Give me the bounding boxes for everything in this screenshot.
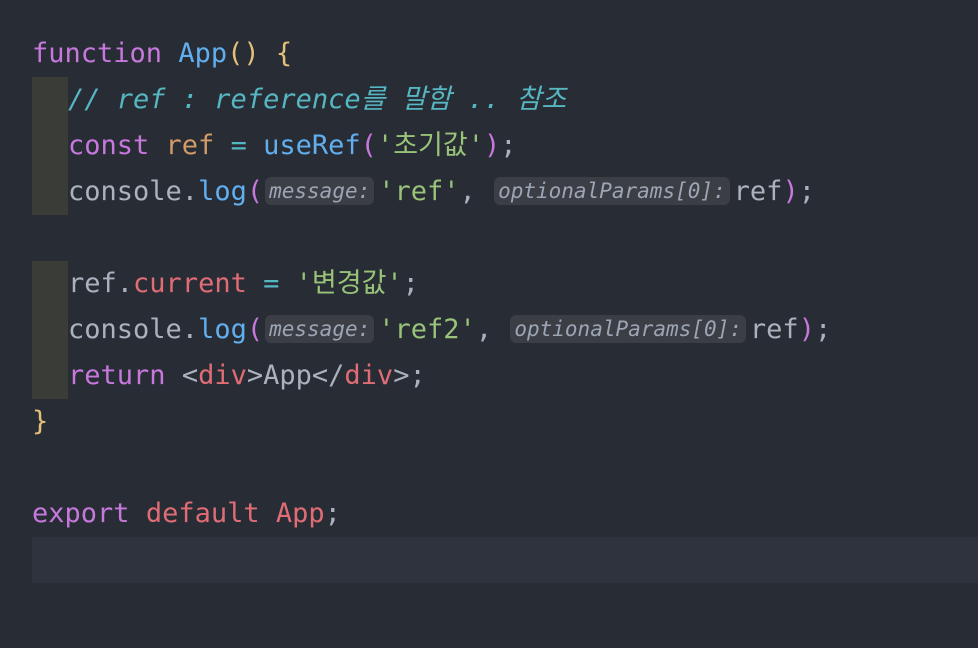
string: 'ref2' [378,314,476,345]
keyword-const: const [68,130,150,161]
parens: () [227,38,260,69]
object-console: console [68,176,182,207]
code-editor[interactable]: function App() { // ref : reference를 말함 … [0,0,978,648]
dot: . [181,176,199,207]
close-paren: ) [782,176,799,207]
code-line-11[interactable]: export default App; [32,491,341,537]
open-paren: ( [246,176,264,207]
function-log: log [198,314,247,345]
comma: , [475,314,493,345]
keyword-function: function [32,38,163,69]
semicolon: ; [500,130,517,161]
current-line-highlight [32,537,978,583]
code-line-3[interactable]: const ref = useRef('초기값'); [68,123,517,169]
string: '변경값' [295,268,403,299]
close-paren: ) [798,314,815,345]
export-name: App [275,498,325,529]
open-paren: ( [246,314,264,345]
semicolon: ; [798,176,815,207]
close-paren: ) [483,130,501,161]
jsx-gt: > [393,360,410,391]
keyword-return: return [68,360,166,391]
code-line-2[interactable]: // ref : reference를 말함 .. 참조 [68,77,566,123]
inlay-hint-message: message: [265,177,375,205]
keyword-export: export [32,498,130,529]
jsx-lt: < [181,360,199,391]
jsx-gt: > [246,360,264,391]
string: '초기값' [376,130,484,161]
jsx-text: App [263,360,312,391]
code-line-6[interactable]: ref.current = '변경값'; [68,261,419,307]
code-line-1[interactable]: function App() { [32,31,292,77]
semicolon: ; [409,360,426,391]
dot: . [116,268,134,299]
variable-ref: ref [165,130,215,161]
inlay-hint-params: optionalParams[0]: [494,177,730,205]
string: 'ref' [378,176,460,207]
code-line-9[interactable]: } [32,399,48,445]
comment: // ref : reference를 말함 .. 참조 [68,84,567,115]
keyword-default: default [145,498,260,529]
code-line-7[interactable]: console.log(message:'ref2', optionalPara… [68,307,831,353]
object-console: console [68,314,182,345]
function-useRef: useRef [263,130,361,161]
jsx-tag-open: div [198,360,247,391]
function-name: App [178,38,228,69]
code-line-8[interactable]: return <div>App</div>; [68,353,426,399]
comma: , [459,176,476,207]
close-brace: } [32,406,49,437]
indent-guide [32,261,68,399]
semicolon: ; [402,268,419,299]
semicolon: ; [814,314,832,345]
jsx-tag-close: div [344,360,394,391]
function-log: log [198,176,247,207]
inlay-hint-params: optionalParams[0]: [510,315,746,343]
semicolon: ; [324,498,341,529]
object-ref: ref [68,268,117,299]
jsx-lt-close: </ [311,360,345,391]
indent-guide [32,77,68,215]
dot: . [181,314,199,345]
property-current: current [133,268,247,299]
code-line-4[interactable]: console.log(message:'ref', optionalParam… [68,169,815,215]
open-paren: ( [360,130,377,161]
argument-ref: ref [733,176,783,207]
operator: = [263,268,280,299]
argument-ref: ref [749,314,799,345]
open-brace: { [275,38,293,69]
inlay-hint-message: message: [265,315,375,343]
operator: = [230,130,247,161]
